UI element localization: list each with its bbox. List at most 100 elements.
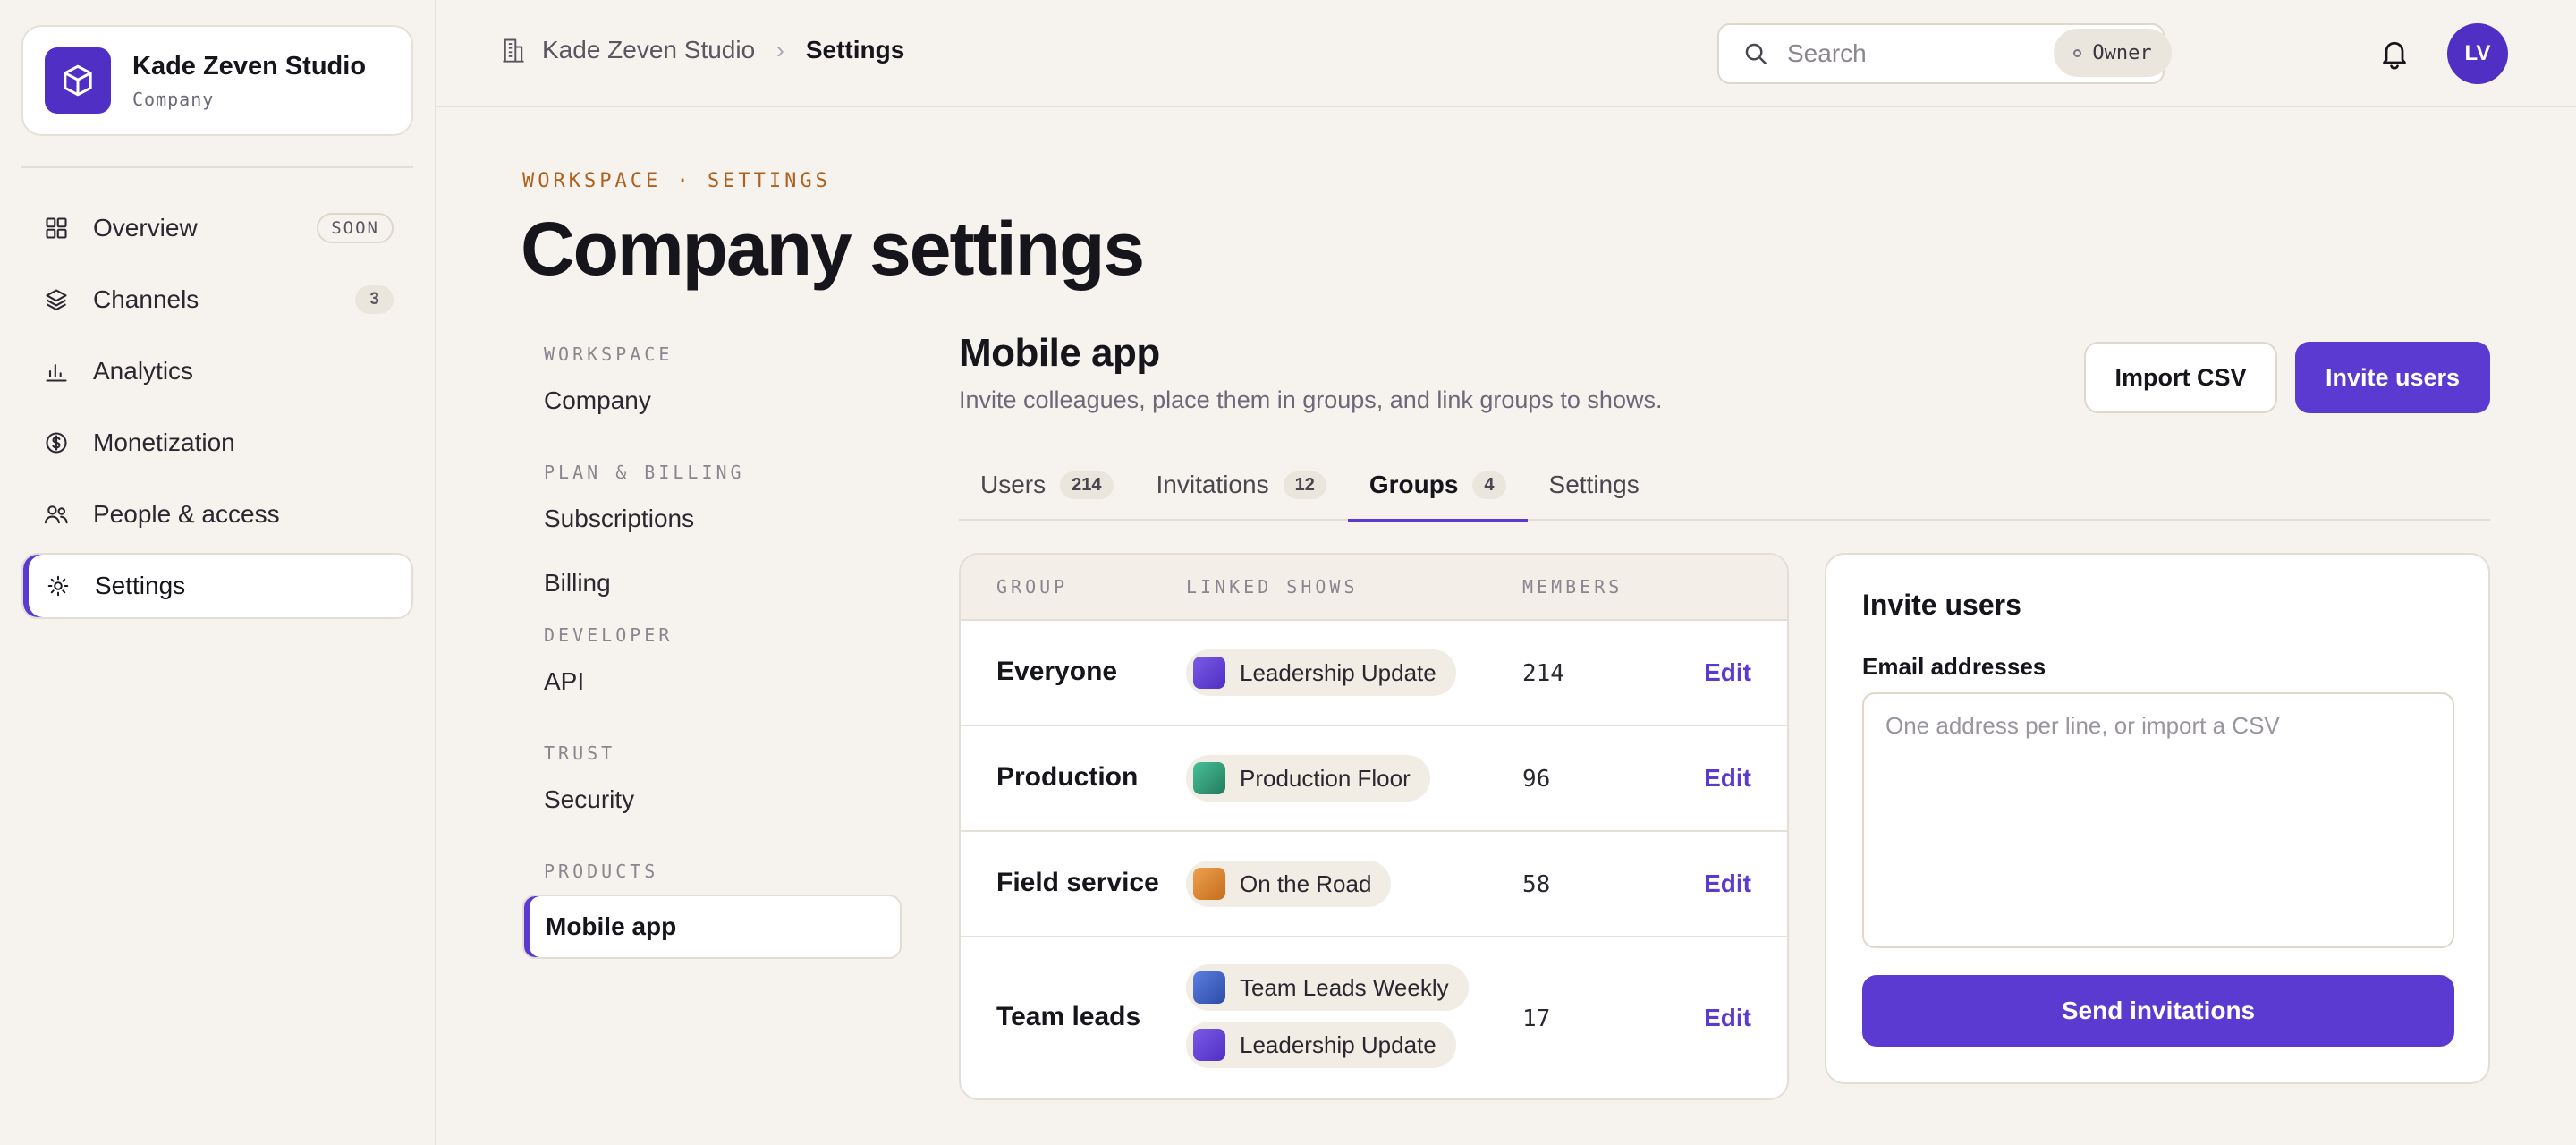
count-badge: 3 bbox=[355, 285, 394, 314]
subnav-item-mobile-app[interactable]: Mobile app bbox=[522, 895, 902, 959]
tab-groups[interactable]: Groups 4 bbox=[1347, 449, 1528, 522]
edit-group-button[interactable]: Edit bbox=[1704, 764, 1751, 793]
chevron-right-icon: › bbox=[776, 36, 784, 64]
show-swatch bbox=[1193, 868, 1225, 900]
column-header-members: MEMBERS bbox=[1522, 576, 1623, 598]
subnav-heading-trust: TRUST bbox=[544, 742, 616, 764]
show-name: Leadership Update bbox=[1240, 1030, 1436, 1058]
role-badge: Owner bbox=[2054, 29, 2172, 77]
dollar-circle-icon bbox=[43, 429, 70, 456]
invite-users-button[interactable]: Invite users bbox=[2295, 342, 2490, 413]
section-title: Mobile app bbox=[959, 331, 1160, 375]
nav-label: People & access bbox=[93, 500, 280, 528]
tab-settings[interactable]: Settings bbox=[1528, 449, 1661, 521]
page-eyebrow: WORKSPACE · SETTINGS bbox=[522, 170, 831, 192]
nav-label: Settings bbox=[95, 572, 186, 599]
subnav-heading-plan-billing: PLAN & BILLING bbox=[544, 462, 745, 483]
table-row: Everyone Leadership Update 214 Edit bbox=[961, 621, 1787, 726]
members-count: 96 bbox=[1522, 766, 1551, 793]
subnav-heading-products: PRODUCTS bbox=[544, 861, 659, 882]
section-subtitle: Invite colleagues, place them in groups,… bbox=[959, 386, 1663, 413]
show-name: On the Road bbox=[1240, 869, 1372, 897]
subnav-item-subscriptions[interactable]: Subscriptions bbox=[544, 496, 902, 560]
invite-users-panel: Invite users Email addresses Send invita… bbox=[1825, 553, 2490, 1084]
column-header-group: GROUP bbox=[996, 576, 1069, 598]
show-name: Leadership Update bbox=[1240, 658, 1436, 686]
show-chip[interactable]: Leadership Update bbox=[1186, 649, 1456, 696]
show-swatch bbox=[1193, 762, 1225, 794]
table-row: Field service On the Road 58 Edit bbox=[961, 832, 1787, 937]
tab-invitations[interactable]: Invitations 12 bbox=[1135, 449, 1348, 521]
tab-count: 214 bbox=[1060, 471, 1114, 499]
invite-panel-title: Invite users bbox=[1862, 589, 2021, 621]
edit-group-button[interactable]: Edit bbox=[1704, 658, 1751, 687]
edit-group-button[interactable]: Edit bbox=[1704, 869, 1751, 898]
org-switcher[interactable]: Kade Zeven Studio Company bbox=[21, 25, 413, 136]
members-count: 58 bbox=[1522, 871, 1551, 898]
nav-item-channels[interactable]: Channels 3 bbox=[21, 267, 413, 333]
show-swatch bbox=[1193, 1029, 1225, 1061]
page-title: Company settings bbox=[521, 207, 1145, 291]
org-logo bbox=[45, 47, 111, 114]
nav-item-overview[interactable]: Overview SOON bbox=[21, 195, 413, 261]
tab-bar: Users 214 Invitations 12 Groups 4 Settin… bbox=[959, 449, 2490, 522]
show-swatch bbox=[1193, 657, 1225, 689]
show-swatch bbox=[1193, 971, 1225, 1004]
subnav-item-company[interactable]: Company bbox=[544, 377, 902, 442]
nav-item-settings[interactable]: Settings bbox=[21, 553, 413, 619]
breadcrumb-org[interactable]: Kade Zeven Studio bbox=[542, 36, 755, 64]
group-name: Everyone bbox=[996, 657, 1118, 686]
tab-label: Groups bbox=[1368, 471, 1459, 498]
group-name: Team leads bbox=[996, 1002, 1141, 1031]
table-header: GROUP LINKED SHOWS MEMBERS bbox=[961, 555, 1787, 621]
org-type: Company bbox=[132, 88, 215, 110]
show-chip[interactable]: Production Floor bbox=[1186, 755, 1430, 802]
org-name: Kade Zeven Studio bbox=[132, 51, 367, 81]
email-addresses-input[interactable] bbox=[1862, 692, 2454, 948]
tab-users[interactable]: Users 214 bbox=[959, 449, 1135, 521]
tab-label: Settings bbox=[1548, 471, 1640, 498]
status-dot-icon bbox=[2073, 48, 2082, 57]
tab-count: 4 bbox=[1472, 471, 1506, 499]
import-csv-button[interactable]: Import CSV bbox=[2084, 342, 2277, 413]
subnav-heading-developer: DEVELOPER bbox=[544, 624, 674, 646]
send-invitations-button[interactable]: Send invitations bbox=[1862, 975, 2454, 1047]
subnav-heading-workspace: WORKSPACE bbox=[544, 344, 674, 365]
email-addresses-label: Email addresses bbox=[1862, 653, 2046, 680]
grid-icon bbox=[43, 215, 70, 242]
group-name: Field service bbox=[996, 868, 1159, 897]
nav-item-monetization[interactable]: Monetization bbox=[21, 410, 413, 476]
edit-group-button[interactable]: Edit bbox=[1704, 1004, 1751, 1032]
role-label: Owner bbox=[2092, 41, 2152, 64]
members-count: 17 bbox=[1522, 1005, 1551, 1032]
show-chip[interactable]: On the Road bbox=[1186, 861, 1392, 907]
building-icon bbox=[503, 38, 524, 63]
search-input[interactable] bbox=[1787, 39, 2091, 68]
subnav-item-billing[interactable]: Billing bbox=[544, 560, 902, 624]
notifications-button[interactable] bbox=[2379, 38, 2411, 72]
nav-label: Analytics bbox=[93, 357, 194, 385]
subnav-item-api[interactable]: API bbox=[544, 658, 902, 723]
breadcrumb-current: Settings bbox=[805, 36, 905, 64]
users-icon bbox=[43, 501, 70, 528]
settings-subnav: WORKSPACE Company PLAN & BILLING Subscri… bbox=[522, 344, 902, 959]
table-row: Production Production Floor 96 Edit bbox=[961, 726, 1787, 832]
topbar: Kade Zeven Studio › Settings ⌘K Owner LV bbox=[436, 0, 2576, 107]
table-row: Team leads Team Leads Weekly Leadership … bbox=[961, 937, 1787, 1098]
tab-count: 12 bbox=[1283, 471, 1326, 499]
show-chip[interactable]: Team Leads Weekly bbox=[1186, 964, 1469, 1011]
user-avatar[interactable]: LV bbox=[2447, 23, 2508, 84]
column-header-linked-shows: LINKED SHOWS bbox=[1186, 576, 1359, 598]
nav-label: Channels bbox=[93, 285, 199, 313]
nav-label: Overview bbox=[93, 214, 198, 242]
group-name: Production bbox=[996, 762, 1139, 792]
nav-item-analytics[interactable]: Analytics bbox=[21, 338, 413, 404]
show-chip[interactable]: Leadership Update bbox=[1186, 1022, 1456, 1068]
subnav-item-security[interactable]: Security bbox=[544, 776, 902, 841]
sidebar: Kade Zeven Studio Company Overview SOON … bbox=[0, 0, 436, 1145]
bell-icon bbox=[2383, 41, 2406, 70]
soon-badge: SOON bbox=[317, 213, 394, 243]
nav-label: Monetization bbox=[93, 428, 235, 456]
nav-item-people-access[interactable]: People & access bbox=[21, 481, 413, 547]
tab-label: Invitations bbox=[1156, 471, 1269, 498]
